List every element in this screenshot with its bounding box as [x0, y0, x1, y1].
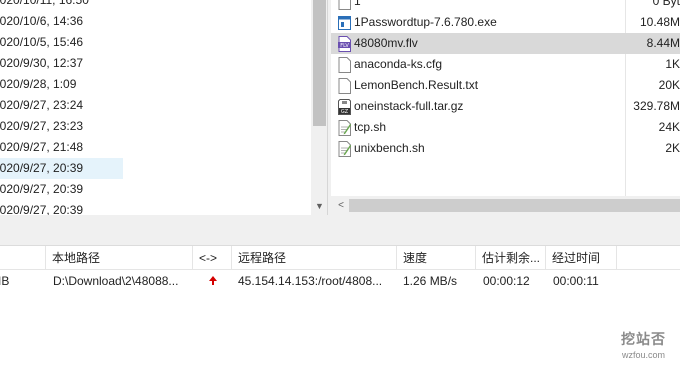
watermark-logo: 挖站否	[621, 331, 666, 347]
modified-date: 2020/9/27, 21:48	[0, 140, 84, 154]
file-name: 48080mv.flv	[354, 36, 418, 50]
svg-text:FLV: FLV	[340, 43, 349, 49]
list-item-selected[interactable]: FLV 48080mv.flv 8.44M	[331, 33, 680, 54]
vertical-scrollbar[interactable]: ▼	[311, 0, 327, 215]
flv-icon: FLV	[338, 36, 351, 52]
svg-text:GZ: GZ	[341, 109, 349, 115]
file-size: 2K	[665, 141, 680, 155]
transfer-queue: 本地路径 <-> 远程路径 速度 估计剩余... 经过时间 IB D:\Down…	[0, 246, 680, 366]
exe-icon	[338, 16, 351, 30]
modified-date: 2020/9/27, 20:39	[0, 203, 84, 215]
file-size: 20K	[658, 78, 680, 92]
list-item[interactable]: GZ oneinstack-full.tar.gz 329.78M	[331, 96, 680, 117]
file-size: 24K	[658, 120, 680, 134]
modified-date: 2020/10/5, 15:46	[0, 35, 84, 49]
modified-date: 2020/10/11, 16:50	[0, 0, 89, 7]
file-icon	[338, 78, 351, 94]
horizontal-scrollbar[interactable]: <	[331, 196, 680, 215]
modified-date: 2020/9/30, 12:37	[0, 56, 84, 70]
transfer-remaining: 00:00:12	[483, 274, 530, 288]
modified-date: 2020/10/6, 14:36	[0, 14, 84, 28]
list-item[interactable]: 1 0 Byt	[331, 0, 680, 12]
list-item[interactable]: tcp.sh 24K	[331, 117, 680, 138]
file-name: 1	[354, 0, 361, 8]
transfer-elapsed: 00:00:11	[553, 274, 599, 288]
column-header-remote-path[interactable]: 远程路径	[232, 246, 397, 270]
modified-date: 2020/9/28, 1:09	[0, 77, 77, 91]
file-size: 1K	[665, 57, 680, 71]
file-name: LemonBench.Result.txt	[354, 78, 479, 92]
script-icon	[338, 141, 351, 157]
modified-date: 2020/9/27, 20:39	[0, 182, 84, 196]
sftp-client-window: 2020/10/11, 16:50 2020/10/6, 14:36 2020/…	[0, 0, 680, 366]
file-size: 8.44M	[646, 36, 680, 50]
site-watermark: 挖站否 wzfou.com	[621, 329, 666, 360]
gz-archive-icon: GZ	[338, 99, 351, 115]
modified-date: 2020/9/27, 23:24	[0, 98, 84, 112]
upload-arrow-icon-stem	[212, 281, 214, 285]
column-header-elapsed[interactable]: 经过时间	[546, 246, 617, 270]
file-name: oneinstack-full.tar.gz	[354, 99, 464, 113]
list-item[interactable]: unixbench.sh 2K	[331, 138, 680, 159]
list-item[interactable]: LemonBench.Result.txt 20K	[331, 75, 680, 96]
file-name: 1Passwordtup-7.6.780.exe	[354, 15, 497, 29]
scrollbar-thumb[interactable]	[313, 0, 326, 126]
table-row[interactable]: IB D:\Download\2\48088... 45.154.14.153:…	[0, 270, 680, 292]
script-icon	[338, 120, 351, 136]
column-header-speed[interactable]: 速度	[397, 246, 476, 270]
column-header-size[interactable]	[0, 246, 46, 270]
file-name: anaconda-ks.cfg	[354, 57, 443, 71]
scrollbar-thumb[interactable]	[349, 199, 680, 212]
file-icon	[338, 0, 351, 10]
file-name: tcp.sh	[354, 120, 387, 134]
queue-header: 本地路径 <-> 远程路径 速度 估计剩余... 经过时间	[0, 246, 680, 270]
column-header-local-path[interactable]: 本地路径	[46, 246, 193, 270]
list-item[interactable]: anaconda-ks.cfg 1K	[331, 54, 680, 75]
file-size: 10.48M	[639, 15, 680, 29]
scroll-left-icon[interactable]: <	[334, 196, 348, 215]
transfer-local-path: D:\Download\2\48088...	[53, 274, 179, 288]
modified-date: 2020/9/27, 23:23	[0, 119, 84, 133]
column-header-remaining[interactable]: 估计剩余...	[476, 246, 546, 270]
file-icon	[338, 57, 351, 73]
transfer-remote-path: 45.154.14.153:/root/4808...	[238, 274, 383, 288]
transfer-size: IB	[0, 274, 10, 288]
scroll-down-icon[interactable]: ▼	[311, 198, 327, 215]
transfer-speed: 1.26 MB/s	[403, 274, 458, 288]
file-size: 329.78M	[633, 99, 680, 113]
watermark-url: wzfou.com	[621, 350, 665, 360]
remote-file-list[interactable]: 1 0 Byt 1Passwordtup-7.6.780.exe 10.48M …	[331, 0, 680, 215]
list-item[interactable]: 1Passwordtup-7.6.780.exe 10.48M	[331, 12, 680, 33]
file-name: unixbench.sh	[354, 141, 425, 155]
local-file-list[interactable]: 2020/10/11, 16:50 2020/10/6, 14:36 2020/…	[0, 0, 328, 215]
pane-splitter[interactable]	[0, 215, 680, 246]
modified-date: 2020/9/27, 20:39	[0, 158, 123, 179]
file-size: 0 Byt	[652, 0, 680, 8]
column-header-direction[interactable]: <->	[193, 246, 232, 270]
